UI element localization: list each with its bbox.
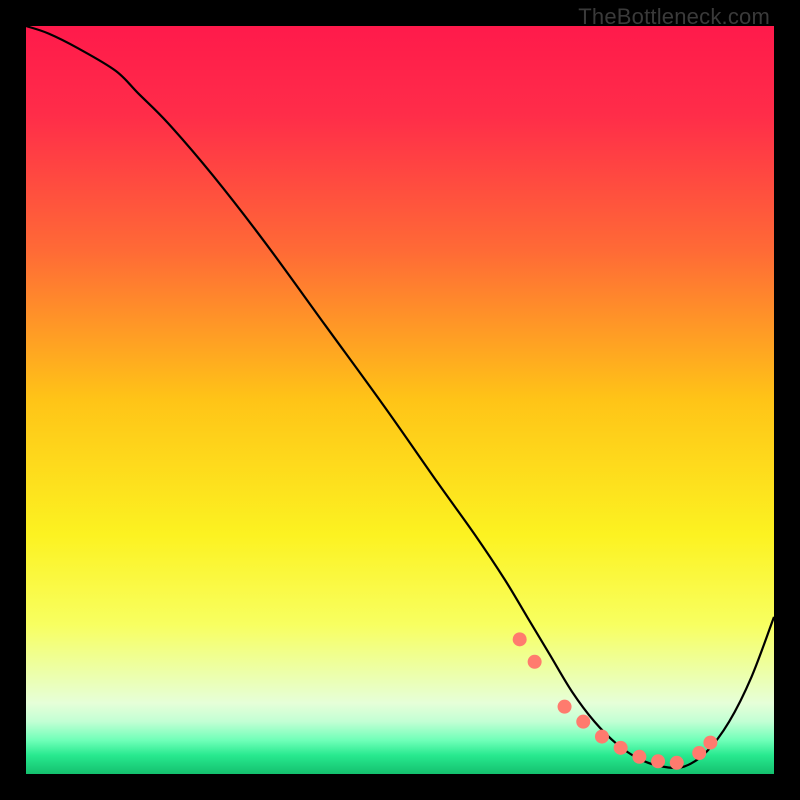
highlight-point [651,754,665,768]
highlight-point [528,655,542,669]
highlight-point [595,730,609,744]
highlight-point [670,756,684,770]
chart-frame [26,26,774,774]
highlight-point [614,741,628,755]
highlight-point [632,750,646,764]
chart-svg [26,26,774,774]
highlight-point [513,632,527,646]
watermark-text: TheBottleneck.com [578,4,770,30]
chart-background [26,26,774,774]
highlight-point [703,736,717,750]
highlight-point [692,746,706,760]
highlight-point [558,700,572,714]
highlight-point [576,715,590,729]
